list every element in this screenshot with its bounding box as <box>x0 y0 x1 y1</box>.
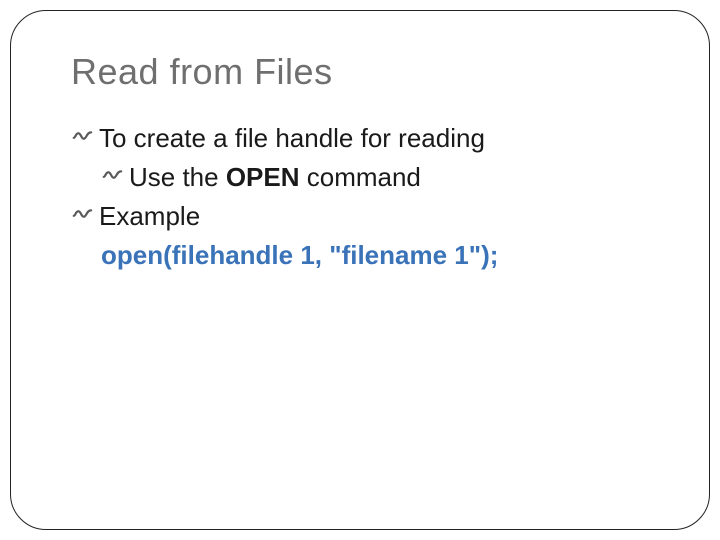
text-post: command <box>300 162 421 192</box>
code-text: open(filehandle 1, "filename 1"); <box>101 240 498 270</box>
bullet-text: Use the OPEN command <box>129 160 659 195</box>
slide-frame: Read from Files To create a file handle … <box>10 10 710 530</box>
slide-body: To create a file handle for reading Use … <box>71 121 659 273</box>
squiggle-bullet-icon <box>101 160 129 190</box>
bullet-line-1: To create a file handle for reading <box>71 121 659 156</box>
code-line: open(filehandle 1, "filename 1"); <box>101 238 659 273</box>
text-pre: Use the <box>129 162 226 192</box>
squiggle-bullet-icon <box>71 121 99 151</box>
keyword-open: OPEN <box>226 162 300 192</box>
slide-title: Read from Files <box>71 51 659 93</box>
squiggle-bullet-icon <box>71 199 99 229</box>
bullet-text: To create a file handle for reading <box>99 121 659 156</box>
bullet-line-2: Use the OPEN command <box>101 160 659 195</box>
bullet-text: Example <box>99 199 659 234</box>
bullet-line-3: Example <box>71 199 659 234</box>
